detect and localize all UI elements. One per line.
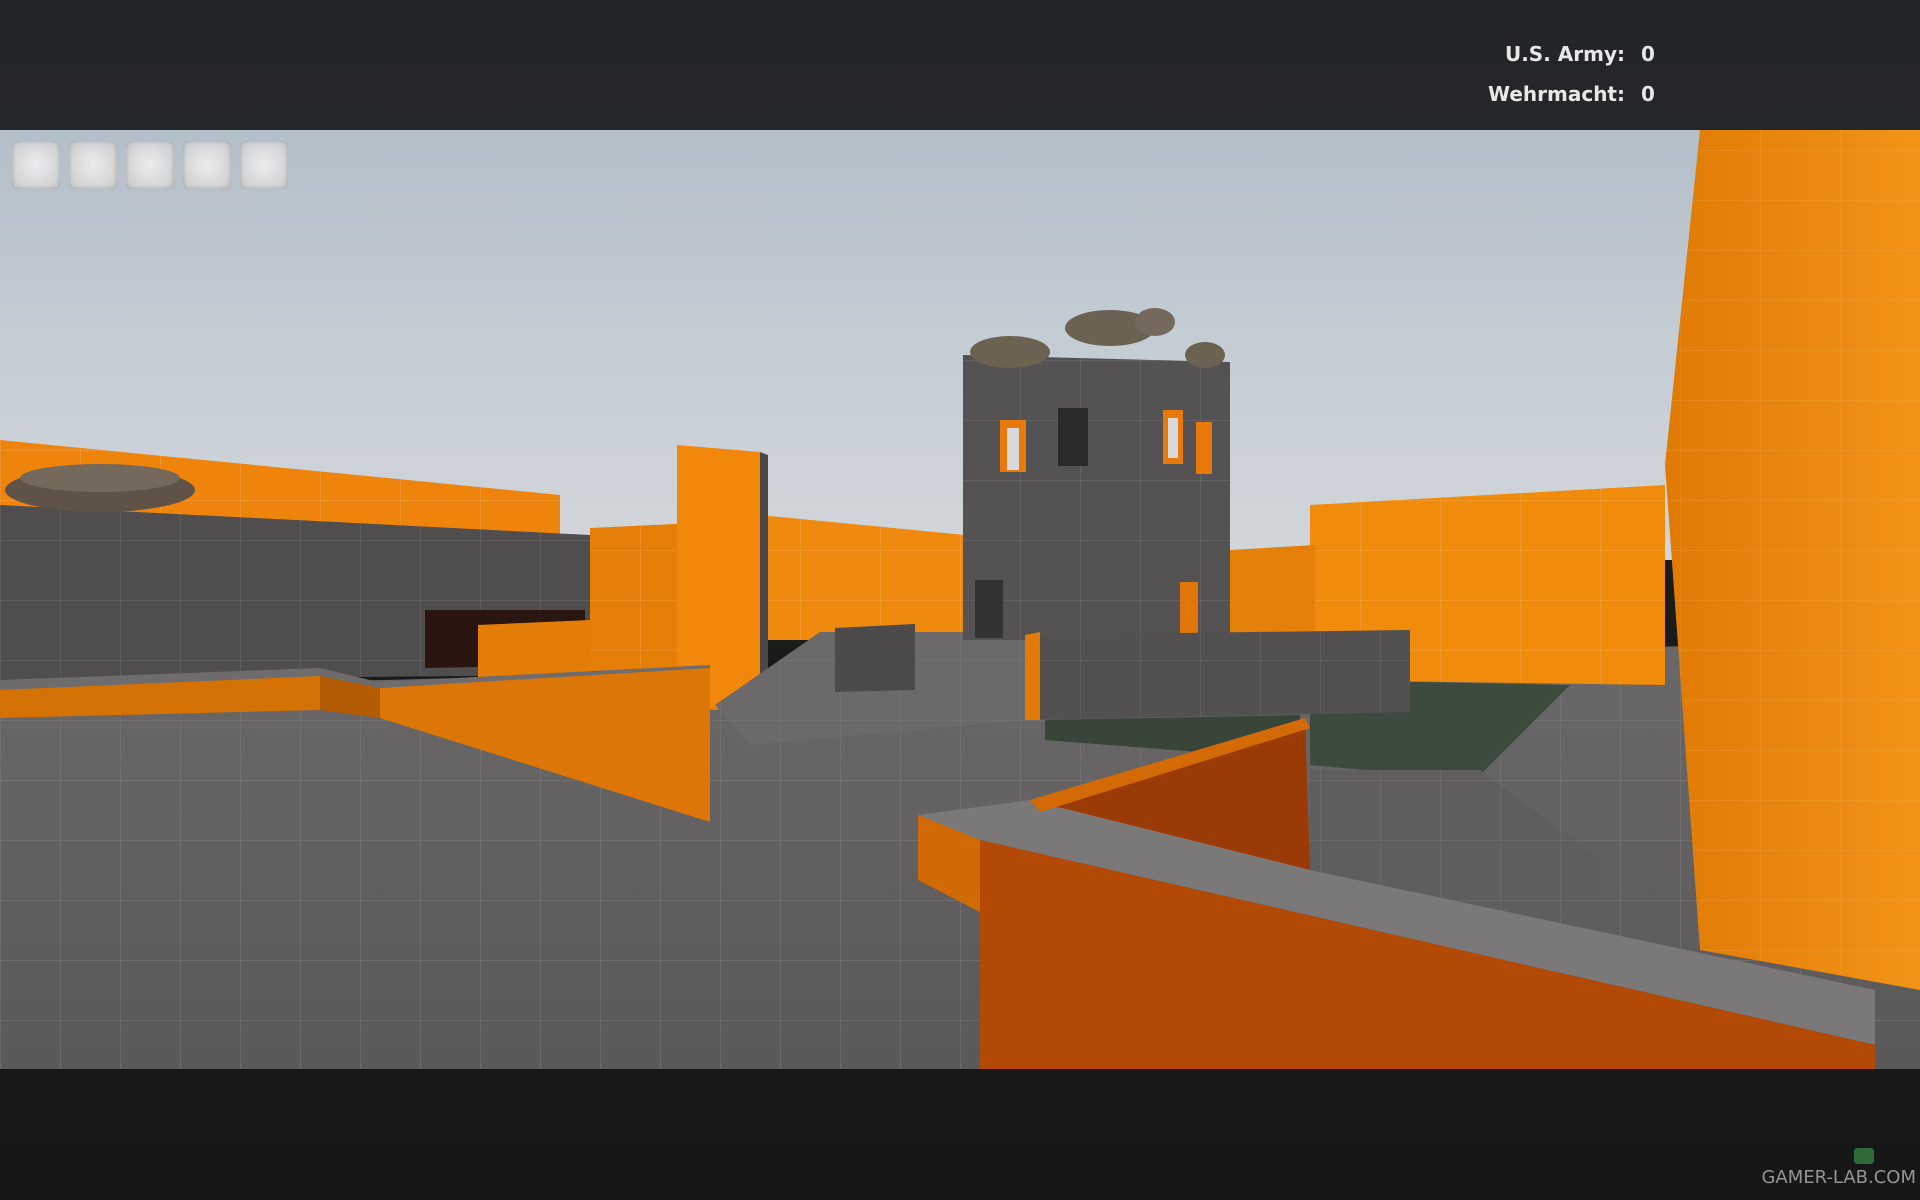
team-name: Wehrmacht: <box>1487 82 1625 106</box>
empty-slot-icon <box>240 141 288 189</box>
tower-window <box>1196 422 1212 474</box>
team-scoreboard: U.S. Army: 0 Wehrmacht: 0 <box>1488 34 1655 114</box>
tower-window <box>1058 408 1088 466</box>
team-score: 0 <box>1641 42 1655 66</box>
tower-sandbags <box>970 336 1050 368</box>
empty-slot-icon <box>183 141 231 189</box>
tower-door <box>1180 582 1198 637</box>
ramp-side-block <box>835 624 915 692</box>
team-score-row: Wehrmacht: 0 <box>1488 74 1655 114</box>
left-low-orange-block <box>478 620 590 680</box>
empty-slot-icon <box>12 141 60 189</box>
team-name: U.S. Army: <box>1504 42 1625 66</box>
team-score-row: U.S. Army: 0 <box>1488 34 1655 74</box>
empty-slot-icon <box>69 141 117 189</box>
item-slots <box>12 141 288 189</box>
watermark-logo-icon <box>1854 1148 1874 1164</box>
game-viewport <box>0 0 1920 1200</box>
team-score: 0 <box>1641 82 1655 106</box>
tower-door <box>975 580 1003 638</box>
empty-slot-icon <box>126 141 174 189</box>
watermark: GAMER-LAB.COM <box>1761 1167 1916 1188</box>
hud-bottom-letterbox <box>0 1069 1920 1200</box>
